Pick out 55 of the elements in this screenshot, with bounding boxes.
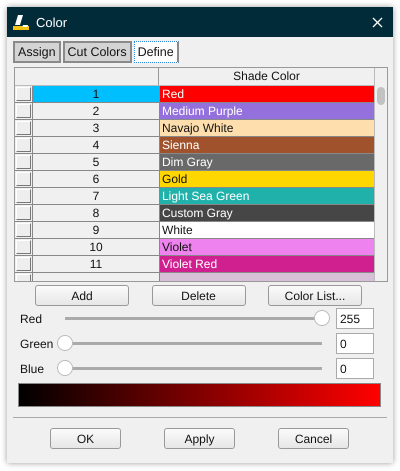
- color-swatch-cell: Violet: [160, 239, 375, 255]
- table-cell: 11: [32, 256, 160, 272]
- row-header[interactable]: [16, 223, 31, 237]
- slider-thumb[interactable]: [314, 310, 330, 326]
- logo-icon: [12, 13, 30, 31]
- row-header[interactable]: [16, 172, 31, 186]
- color-swatch-cell: Violet Red: [160, 256, 375, 272]
- row-header[interactable]: [16, 240, 31, 254]
- slider-thumb[interactable]: [57, 335, 73, 351]
- slider-label: Red: [20, 312, 44, 326]
- color-swatch-cell: Gold: [160, 171, 375, 187]
- slider-label: Green: [20, 336, 54, 350]
- window-title: Color: [36, 14, 68, 30]
- row-header[interactable]: [16, 138, 31, 152]
- table-button[interactable]: Delete: [152, 285, 246, 306]
- color-swatch-cell: Medium Purple: [160, 103, 375, 119]
- table-cell: 7: [32, 188, 160, 204]
- slider-thumb[interactable]: [57, 360, 73, 376]
- row-header[interactable]: [16, 121, 31, 135]
- scrollbar[interactable]: [374, 68, 387, 281]
- row-header[interactable]: [16, 155, 31, 169]
- table-cell: 3: [32, 120, 160, 136]
- color-swatch-cell: White: [160, 222, 375, 238]
- table-cell: 9: [32, 222, 160, 238]
- color-swatch-cell: Navajo White: [160, 120, 375, 136]
- dialog-button[interactable]: Cancel: [278, 428, 349, 449]
- close-icon[interactable]: [372, 16, 383, 28]
- dialog-button[interactable]: OK: [50, 428, 121, 449]
- row-header[interactable]: [16, 257, 31, 271]
- table-cell: 2: [32, 103, 160, 119]
- table-cell: 6: [32, 171, 160, 187]
- value-field[interactable]: 0: [336, 333, 374, 354]
- color-swatch-cell: Dim Gray: [160, 154, 375, 170]
- value-field[interactable]: 255: [336, 308, 374, 329]
- dialog-button[interactable]: Apply: [164, 428, 235, 449]
- tab[interactable]: Define: [134, 41, 179, 63]
- row-header[interactable]: [16, 87, 31, 101]
- table-button[interactable]: Color List...: [268, 285, 362, 306]
- table-button[interactable]: Add: [35, 285, 129, 306]
- tab[interactable]: Cut Colors: [62, 41, 132, 63]
- row-header[interactable]: [16, 104, 31, 118]
- table-cell: 4: [32, 137, 160, 153]
- row-header[interactable]: [16, 189, 31, 203]
- color-swatch-cell: Custom Gray: [160, 205, 375, 221]
- value-field[interactable]: 0: [336, 358, 374, 379]
- table-cell: 8: [32, 205, 160, 221]
- table-cell: 5: [32, 154, 160, 170]
- table-cell: 10: [32, 239, 160, 255]
- slider-label: Blue: [20, 362, 46, 376]
- color-swatch-cell: Sienna: [160, 137, 375, 153]
- table-cell: 1: [32, 86, 160, 102]
- color-swatch-cell: Red: [160, 86, 375, 102]
- row-header[interactable]: [16, 206, 31, 220]
- color-swatch-cell: Light Sea Green: [160, 188, 375, 204]
- tab[interactable]: Assign: [13, 41, 61, 63]
